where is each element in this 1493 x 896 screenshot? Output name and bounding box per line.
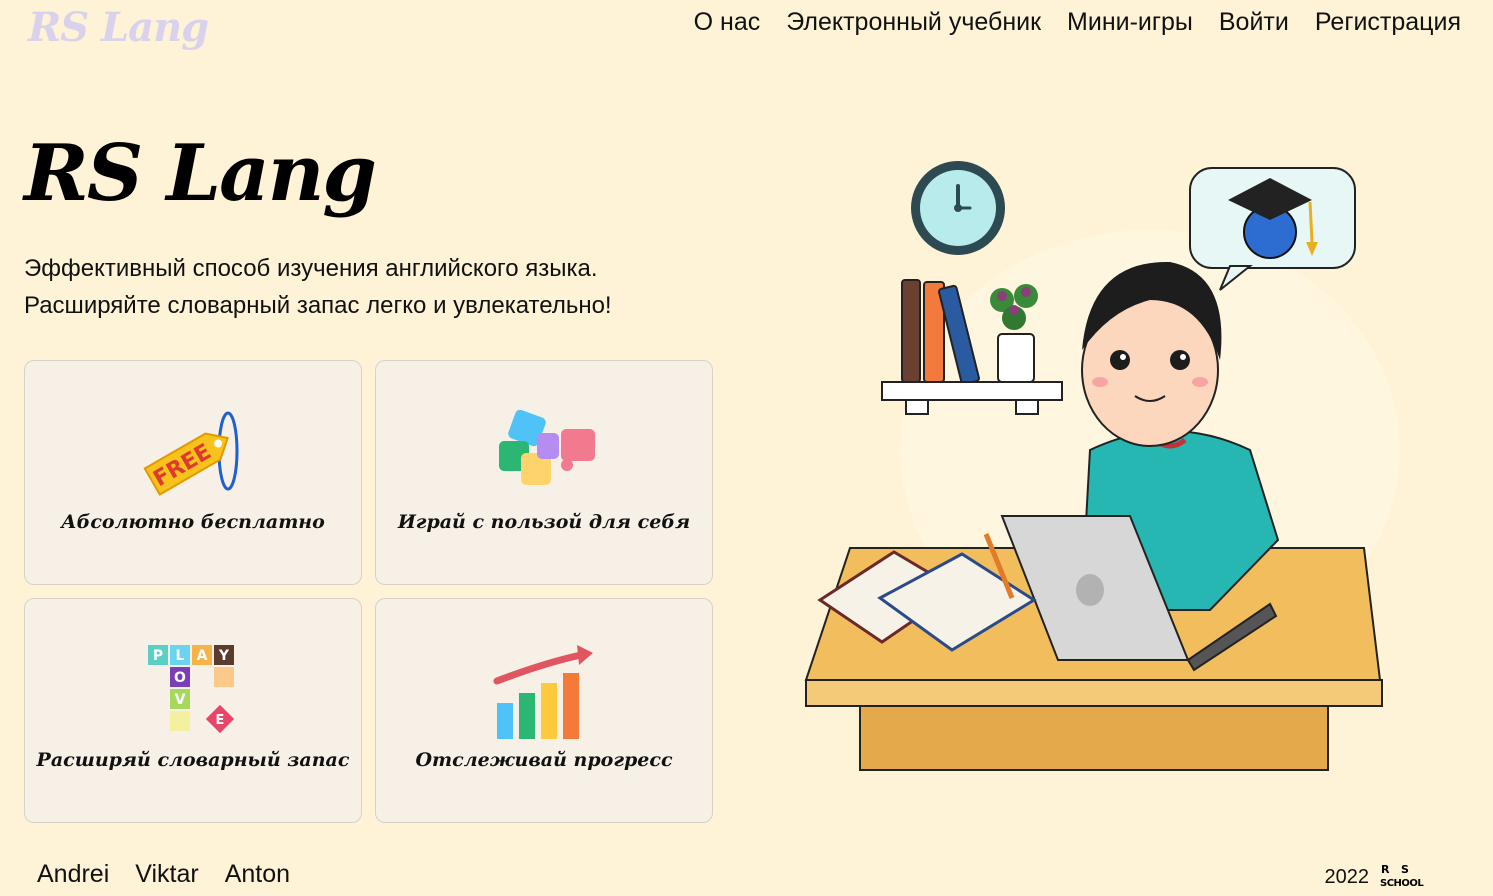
- nav-register[interactable]: Регистрация: [1315, 8, 1461, 37]
- nav-login[interactable]: Войти: [1219, 8, 1289, 37]
- letter-blocks-icon: P L A Y O V E: [148, 645, 235, 734]
- feature-card-free: FREE Абсолютно бесплатно: [24, 360, 362, 585]
- feature-label: Расширяй словарный запас: [36, 749, 350, 771]
- free-tag-icon: FREE: [143, 411, 239, 496]
- top-navigation: О нас Электронный учебник Мини-игры Войт…: [694, 8, 1461, 37]
- author-link-andrei[interactable]: Andrei: [37, 860, 109, 889]
- site-logo[interactable]: RS Lang: [28, 4, 209, 51]
- svg-text:Y: Y: [218, 648, 230, 664]
- svg-text:S: S: [1401, 863, 1409, 876]
- svg-text:L: L: [176, 648, 185, 664]
- hero-subtitle: Эффективный способ изучения английского …: [24, 250, 612, 324]
- feature-label: Отслеживай прогресс: [415, 749, 673, 771]
- puzzle-icon: [499, 409, 595, 485]
- nav-about[interactable]: О нас: [694, 8, 761, 37]
- footer-year: 2022: [1324, 866, 1370, 888]
- svg-text:R: R: [1381, 863, 1390, 876]
- svg-text:E: E: [216, 713, 225, 728]
- svg-text:V: V: [175, 692, 186, 708]
- svg-text:P: P: [153, 648, 163, 664]
- author-link-viktar[interactable]: Viktar: [135, 860, 198, 889]
- feature-label: Абсолютно бесплатно: [61, 511, 325, 533]
- features-grid: FREE Абсолютно бесплатно Играй с пользой…: [24, 360, 713, 823]
- feature-card-vocabulary: P L A Y O V E Расширяй словарный запас: [24, 598, 362, 823]
- author-link-anton[interactable]: Anton: [225, 860, 290, 889]
- feature-card-progress: Отслеживай прогресс: [375, 598, 713, 823]
- authors-list: Andrei Viktar Anton: [37, 860, 290, 889]
- hero-title: RS Lang: [24, 128, 377, 219]
- svg-text:A: A: [197, 648, 208, 664]
- subtitle-line-2: Расширяйте словарный запас легко и увлек…: [24, 292, 612, 319]
- nav-textbook[interactable]: Электронный учебник: [786, 8, 1041, 37]
- progress-chart-icon: [493, 645, 593, 739]
- footer: Andrei Viktar Anton 2022 R S SCHOOL: [0, 852, 1493, 896]
- rs-school-logo[interactable]: R S SCHOOL: [1379, 862, 1437, 888]
- feature-card-games: Играй с пользой для себя: [375, 360, 713, 585]
- subtitle-line-1: Эффективный способ изучения английского …: [24, 255, 598, 282]
- student-illustration: [804, 161, 1400, 771]
- feature-label: Играй с пользой для себя: [397, 511, 691, 533]
- svg-text:SCHOOL: SCHOOL: [1380, 878, 1424, 888]
- nav-mini-games[interactable]: Мини-игры: [1067, 8, 1193, 37]
- svg-text:O: O: [174, 670, 186, 686]
- clock-icon: [911, 161, 1005, 255]
